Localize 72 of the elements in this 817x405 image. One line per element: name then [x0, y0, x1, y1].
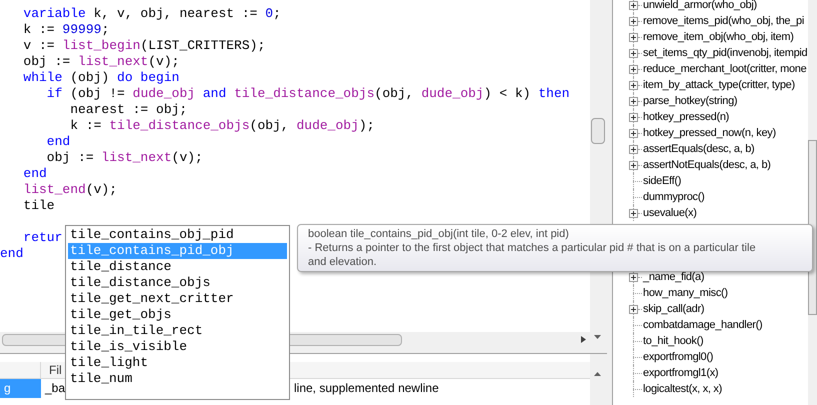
code-line: if (obj != dude_obj and tile_distance_objs(obj, dude_obj) < k) then [46, 86, 570, 102]
tree-item[interactable]: how_many_misc() [643, 284, 728, 302]
tree-item[interactable]: _name_fid(a) [643, 268, 704, 286]
expand-icon[interactable] [629, 272, 638, 282]
tree-item[interactable]: combatdamage_handler() [643, 316, 762, 334]
code-line: end [46, 134, 70, 150]
tree-item[interactable]: exportfromgl0() [643, 348, 714, 366]
tree-item[interactable]: remove_item_obj(who_obj, item) [643, 28, 794, 46]
completion-item[interactable]: tile_contains_obj_pid [68, 227, 287, 243]
code-line: k := 99999; [22, 22, 110, 38]
vertical-scrollbar[interactable] [808, 0, 817, 405]
completion-item[interactable]: tile_get_objs [68, 307, 287, 323]
vertical-scrollbar[interactable] [590, 354, 607, 405]
tree-item[interactable]: skip_call(adr) [643, 300, 704, 318]
completion-item[interactable]: tile_in_tile_rect [68, 323, 287, 339]
expand-icon[interactable] [629, 112, 638, 122]
code-line: tile [22, 198, 55, 214]
tree-item[interactable]: sideEff() [643, 172, 682, 190]
scroll-up-icon[interactable] [594, 372, 601, 376]
table-cell: g [0, 379, 41, 398]
tree-item[interactable]: assertNotEquals(desc, a, b) [643, 156, 771, 174]
column-header[interactable]: Fil [41, 362, 62, 378]
code-line: obj := list_next(v); [46, 150, 203, 166]
tree-item[interactable]: logicaltest(x, x, x) [643, 380, 722, 398]
code-line: end [22, 166, 47, 182]
expand-icon[interactable] [629, 304, 638, 314]
code-line: nearest := obj; [69, 102, 188, 118]
code-line: variable k, v, obj, nearest := 0; [22, 6, 281, 22]
function-description: - Returns a pointer to the first object that matches a particular pid # that is on a particular tile and elevation. [308, 241, 757, 269]
tree-item[interactable]: parse_hotkey(string) [643, 92, 738, 110]
expand-icon[interactable] [629, 80, 638, 90]
code-line: while (obj) do begin [22, 70, 180, 86]
expand-icon[interactable] [629, 160, 638, 170]
code-line: obj := list_next(v); [22, 54, 180, 70]
expand-icon[interactable] [629, 64, 638, 74]
expand-icon[interactable] [629, 208, 638, 218]
code-line: v := list_begin(LIST_CRITTERS); [22, 38, 266, 54]
code-line: retur [22, 230, 62, 246]
expand-icon[interactable] [629, 128, 638, 138]
expand-icon[interactable] [629, 0, 638, 10]
tree-item[interactable]: dummyproc() [643, 188, 704, 206]
expand-icon[interactable] [629, 32, 638, 42]
scroll-right-icon[interactable] [581, 336, 586, 343]
completion-item[interactable]: tile_light [68, 355, 287, 371]
tree-item[interactable]: unwield_armor(who_obj) [643, 0, 757, 14]
completion-item[interactable]: tile_distance [68, 259, 287, 275]
scrollbar-thumb[interactable] [591, 118, 605, 144]
completion-item[interactable]: tile_num [68, 371, 287, 387]
code-line: list_end(v); [22, 182, 118, 198]
function-signature: boolean tile_contains_pid_obj(int tile, 0-2 elev, int pid) [308, 227, 570, 241]
completion-item[interactable]: tile_distance_objs [68, 275, 287, 291]
tree-item[interactable]: hotkey_pressed(n) [643, 108, 730, 126]
tree-item[interactable]: exportfromgl1(x) [643, 364, 718, 382]
completion-item[interactable]: tile_is_visible [68, 339, 287, 355]
table-cell-text: _ba [44, 380, 66, 397]
tree-item[interactable]: reduce_merchant_loot(critter, mone [643, 60, 806, 78]
tree-item[interactable]: usevalue(x) [643, 204, 697, 222]
code-line: k := tile_distance_objs(obj, dude_obj); [69, 118, 374, 134]
tree-item[interactable]: set_items_qty_pid(invenobj, itempid [643, 44, 808, 62]
expand-icon[interactable] [629, 48, 638, 58]
expand-icon[interactable] [629, 144, 638, 154]
tree-item[interactable]: remove_items_pid(who_obj, the_pi [643, 12, 804, 30]
code-line: end [0, 246, 24, 262]
tree-item[interactable]: hotkey_pressed_now(n, key) [643, 124, 776, 142]
table-cell-text: line, supplemented newline [293, 380, 440, 397]
scroll-down-icon[interactable] [594, 335, 601, 339]
tree-item[interactable]: to_hit_hook() [643, 332, 704, 350]
expand-icon[interactable] [629, 16, 638, 26]
tree-item[interactable]: assertEquals(desc, a, b) [643, 140, 754, 158]
completion-item[interactable]: tile_get_next_critter [68, 291, 287, 307]
expand-icon[interactable] [629, 96, 638, 106]
tree-item[interactable]: item_by_attack_type(critter, type) [643, 76, 795, 94]
